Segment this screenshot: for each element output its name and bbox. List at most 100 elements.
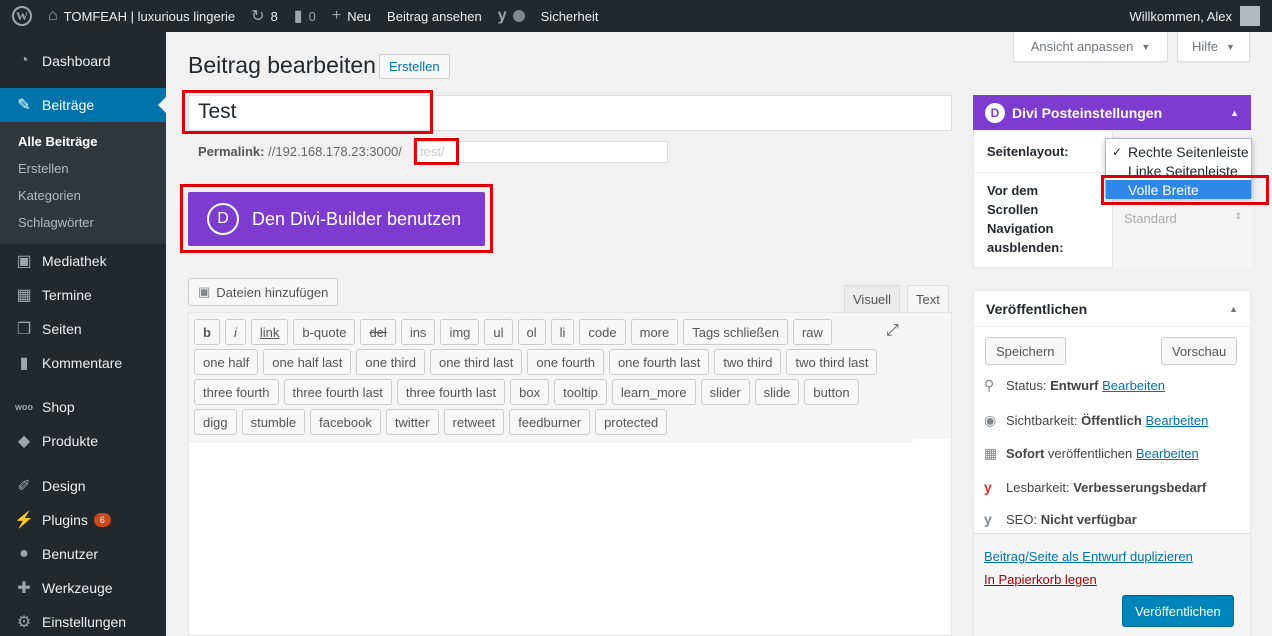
chevron-down-icon: ▼ [1141, 41, 1151, 52]
submenu-all-posts[interactable]: Alle Beiträge [0, 128, 166, 155]
edit-schedule-link[interactable]: Bearbeiten [1136, 446, 1199, 461]
view-post-link[interactable]: Beitrag ansehen [379, 0, 490, 32]
quicktag-button[interactable]: ins [400, 319, 436, 345]
quicktag-button[interactable]: protected [595, 409, 668, 435]
sidebar-item-shop[interactable]: woo Shop [0, 390, 166, 424]
quicktag-button[interactable]: twitter [385, 409, 439, 435]
collapse-arrow-icon[interactable]: ▲ [1230, 108, 1239, 118]
quicktag-button[interactable]: more [630, 319, 679, 345]
edit-visibility-link[interactable]: Bearbeiten [1145, 413, 1208, 428]
posts-submenu: Alle Beiträge Erstellen Kategorien Schla… [0, 122, 166, 244]
quicktag-button[interactable]: two third [714, 349, 782, 375]
quicktag-button[interactable]: ol [517, 319, 546, 345]
seo-label: SEO: [1006, 511, 1038, 527]
layout-option-full-width[interactable]: Volle Breite [1106, 180, 1251, 199]
sidebar-item-pages[interactable]: ❐ Seiten [0, 312, 166, 346]
help-button[interactable]: Hilfe ▼ [1177, 32, 1250, 62]
sidebar-item-tools[interactable]: ✚ Werkzeuge [0, 571, 166, 605]
screen-options-button[interactable]: Ansicht anpassen ▼ [1013, 32, 1168, 62]
sidebar-item-products[interactable]: ◆ Produkte [0, 424, 166, 458]
sidebar-item-users[interactable]: ● Benutzer [0, 537, 166, 571]
site-name-menu[interactable]: ⌂ TOMFEAH | luxurious lingerie [40, 0, 243, 32]
quicktag-button[interactable]: raw [792, 319, 832, 345]
updates-menu[interactable]: ↻ 8 [243, 0, 286, 32]
sidebar-item-media[interactable]: ▣ Mediathek [0, 244, 166, 278]
hide-nav-select[interactable]: Standard ⇕ [1124, 211, 1242, 226]
yoast-icon: y [497, 7, 507, 24]
sidebar-item-settings[interactable]: ⚙ Einstellungen [0, 605, 166, 636]
slug-input[interactable]: test/ [413, 141, 668, 163]
quicktag-button[interactable]: facebook [310, 409, 381, 435]
sidebar-item-posts[interactable]: ✎ Beiträge [0, 88, 166, 122]
quicktag-button[interactable]: feedburner [509, 409, 591, 435]
duplicate-link[interactable]: Beitrag/Seite als Entwurf duplizieren [984, 549, 1193, 564]
quicktag-button[interactable]: link [250, 319, 289, 345]
quicktag-button[interactable]: button [804, 379, 859, 405]
quicktag-button[interactable]: two third last [786, 349, 878, 375]
visibility-value: Öffentlich [1081, 413, 1142, 428]
sidebar-item-comments[interactable]: ▮ Kommentare [0, 346, 166, 380]
tab-visual[interactable]: Visuell [844, 285, 901, 313]
quicktag-button[interactable]: slider [700, 379, 750, 405]
quicktag-button[interactable]: i [224, 319, 246, 345]
quicktag-button[interactable]: one fourth [527, 349, 604, 375]
yoast-menu[interactable]: y [490, 0, 533, 32]
quicktag-button[interactable]: three fourth last [283, 379, 392, 405]
tab-text[interactable]: Text [907, 285, 949, 313]
layout-dropdown[interactable]: Rechte Seitenleiste Linke Seitenleiste V… [1105, 138, 1252, 199]
post-title-input[interactable]: Test [188, 95, 952, 131]
security-menu[interactable]: Sicherheit [533, 0, 607, 32]
user-icon: ● [19, 545, 29, 562]
publish-header[interactable]: Veröffentlichen ▲ [974, 291, 1250, 327]
quicktag-button[interactable]: b-quote [293, 319, 356, 345]
hide-nav-label-line-2: Scrollen [987, 202, 1039, 217]
submenu-add-new[interactable]: Erstellen [0, 155, 166, 182]
preview-button[interactable]: Vorschau [1161, 337, 1238, 365]
quicktag-button[interactable]: b [194, 319, 220, 345]
quicktag-button[interactable]: one fourth last [608, 349, 710, 375]
quicktag-button[interactable]: stumble [241, 409, 306, 435]
quicktag-button[interactable]: one third [356, 349, 425, 375]
save-draft-button[interactable]: Speichern [985, 337, 1066, 365]
quicktag-button[interactable]: three fourth [194, 379, 279, 405]
wp-logo-menu[interactable]: W [0, 0, 40, 32]
divi-settings-header[interactable]: D Divi Posteinstellungen ▲ [973, 95, 1251, 130]
sidebar-item-plugins[interactable]: ⚡ Plugins 6 [0, 503, 166, 537]
submenu-tags[interactable]: Schlagwörter [0, 209, 166, 236]
quicktag-button[interactable]: img [440, 319, 480, 345]
add-media-button[interactable]: ▣ Dateien hinzufügen [188, 278, 339, 306]
avatar [1240, 6, 1260, 26]
submenu-categories[interactable]: Kategorien [0, 182, 166, 209]
quicktag-button[interactable]: box [510, 379, 550, 405]
layout-option-right-sidebar[interactable]: Rechte Seitenleiste [1106, 142, 1251, 161]
quicktag-button[interactable]: del [360, 319, 396, 345]
quicktag-button[interactable]: learn_more [611, 379, 696, 405]
quicktag-button[interactable]: li [550, 319, 575, 345]
quicktag-button[interactable]: ul [484, 319, 513, 345]
new-content-menu[interactable]: + Neu [324, 0, 379, 32]
quicktag-button[interactable]: slide [754, 379, 800, 405]
quicktag-button[interactable]: digg [194, 409, 237, 435]
my-account-menu[interactable]: Willkommen, Alex [1129, 0, 1272, 32]
sidebar-item-events[interactable]: ▦ Termine [0, 278, 166, 312]
quicktag-button[interactable]: one half last [263, 349, 352, 375]
divi-builder-button[interactable]: D Den Divi-Builder benutzen [188, 192, 485, 246]
fullscreen-icon[interactable]: ⤢ [886, 322, 899, 340]
quicktag-button[interactable]: three fourth last [396, 379, 506, 405]
sidebar-item-dashboard[interactable]: ◔ Dashboard [0, 44, 166, 78]
edit-status-link[interactable]: Bearbeiten [1102, 378, 1165, 393]
collapse-arrow-icon[interactable]: ▲ [1229, 304, 1238, 314]
add-new-button[interactable]: Erstellen [379, 54, 450, 79]
comments-menu[interactable]: ▮ 0 [286, 0, 324, 32]
quicktag-button[interactable]: code [579, 319, 626, 345]
quicktag-button[interactable]: tooltip [554, 379, 607, 405]
quicktag-button[interactable]: retweet [443, 409, 505, 435]
welcome-text: Willkommen, Alex [1129, 8, 1232, 24]
publish-button[interactable]: Veröffentlichen [1122, 595, 1234, 627]
layout-option-left-sidebar[interactable]: Linke Seitenleiste [1106, 161, 1251, 180]
quicktag-button[interactable]: Tags schließen [683, 319, 788, 345]
trash-link[interactable]: In Papierkorb legen [984, 572, 1097, 587]
sidebar-item-design[interactable]: ✐ Design [0, 469, 166, 503]
quicktag-button[interactable]: one third last [429, 349, 523, 375]
quicktag-button[interactable]: one half [194, 349, 259, 375]
